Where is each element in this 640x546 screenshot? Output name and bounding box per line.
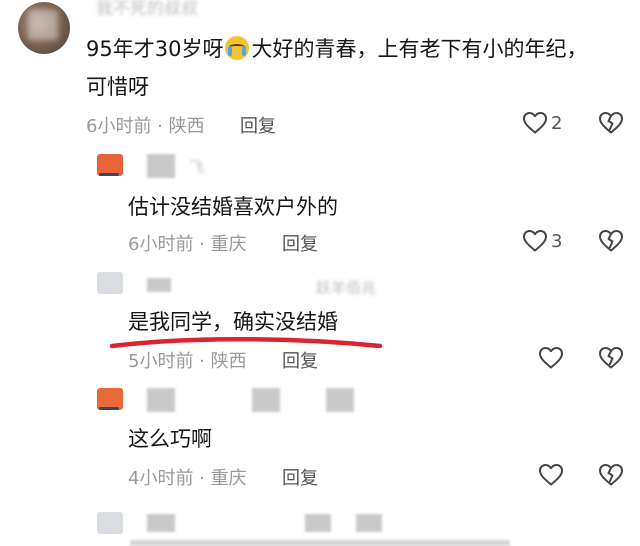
comment-location: 重庆 [210,468,247,489]
comment-text-part: 大好的青春，上有老下有小的年纪， [251,37,588,61]
author-name-blurred [147,154,175,178]
dislike-button[interactable] [598,463,624,487]
author-name-blurred [147,278,171,292]
author-name-blurred [326,388,354,412]
heart-icon [539,464,563,486]
author-name[interactable]: 跃羊佰兆 [316,280,376,296]
author-name[interactable]: 我不死的叔叔 [96,0,198,18]
avatar[interactable] [97,512,123,534]
comment-text: 这么巧啊 [128,427,212,451]
author-name-blurred [147,388,175,412]
author-name-blurred [252,388,280,412]
author-name-blurred [305,514,331,532]
meta-separator: · [193,234,211,255]
comment-text-line2: 可惜呀 [86,75,149,99]
comment-location: 陕西 [168,116,205,137]
comment-text: 95年才30岁呀 大好的青春，上有老下有小的年纪， [86,32,587,66]
comment-meta: 6小时前 · 重庆 [128,230,247,256]
like-count: 3 [551,231,563,252]
avatar[interactable] [97,388,123,410]
avatar[interactable] [18,2,70,54]
reply-button[interactable]: 回复 [282,230,318,256]
broken-heart-icon [599,347,623,369]
comment-time: 5小时前 [128,351,194,372]
comment-time: 6小时前 [86,116,152,137]
broken-heart-icon [599,230,623,252]
avatar-badge [99,407,119,410]
author-name-blurred [356,514,382,532]
comment-text-part: 95年才30岁呀 [86,37,224,61]
comment-location: 重庆 [210,234,247,255]
comment-meta: 5小时前 · 陕西 [128,347,247,373]
meta-separator: · [193,468,211,489]
broken-heart-icon [599,112,623,134]
like-button[interactable] [538,346,564,370]
like-button[interactable] [522,229,548,253]
broken-heart-icon [599,464,623,486]
heart-icon [523,230,547,252]
reply-button[interactable]: 回复 [282,464,318,490]
heart-icon [523,112,547,134]
avatar[interactable] [97,154,123,176]
avatar-badge [99,173,119,176]
comment-meta: 6小时前 · 陕西 [86,112,205,138]
reply-button[interactable]: 回复 [282,347,318,373]
comment-text: 估计没结婚喜欢户外的 [128,195,338,219]
meta-separator: · [151,116,169,137]
comment-meta: 4小时前 · 重庆 [128,464,247,490]
comment-time: 4小时前 [128,468,194,489]
like-button[interactable] [522,111,548,135]
author-name-blurred [147,514,175,532]
reply-button[interactable]: 回复 [240,112,276,138]
dislike-button[interactable] [598,346,624,370]
dislike-button[interactable] [598,229,624,253]
comment-time: 6小时前 [128,234,194,255]
crying-face-emoji [225,36,250,60]
comment-location: 陕西 [210,351,247,372]
author-name[interactable]: 飞 [189,158,204,176]
dislike-button[interactable] [598,111,624,135]
like-count: 2 [551,113,563,134]
comment-text-cutoff [130,540,510,546]
meta-separator: · [193,351,211,372]
like-button[interactable] [538,463,564,487]
avatar[interactable] [97,272,123,294]
heart-icon [539,347,563,369]
